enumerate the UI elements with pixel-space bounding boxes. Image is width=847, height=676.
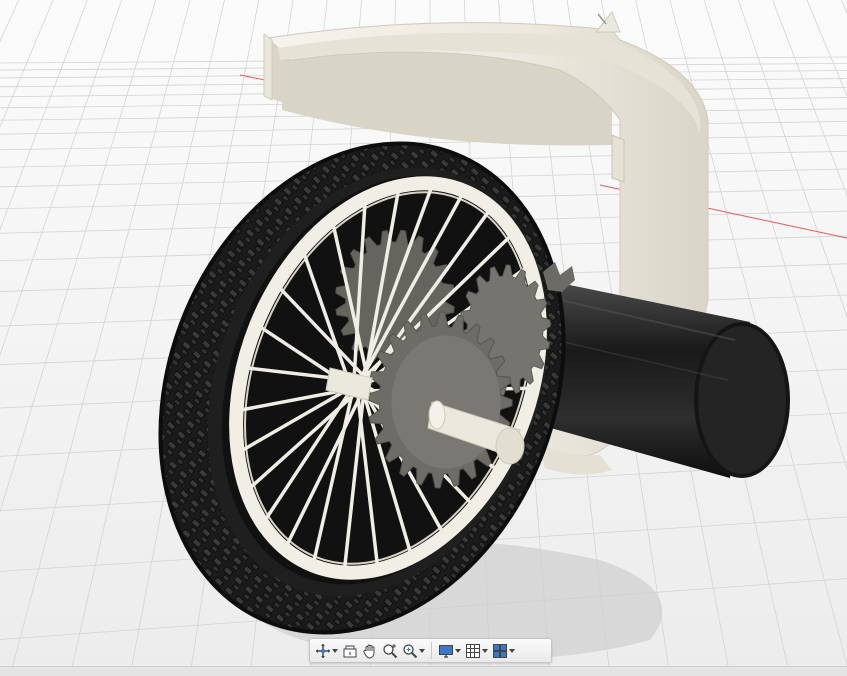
chevron-down-icon: [455, 648, 461, 653]
status-bar: [0, 666, 847, 676]
zoom-icon: [383, 643, 398, 658]
fit-button[interactable]: [400, 640, 427, 661]
chevron-down-icon: [482, 648, 488, 653]
gear-large[interactable]: [367, 311, 513, 489]
orbit-icon: [316, 643, 330, 658]
display-settings-button[interactable]: [436, 640, 463, 661]
toolbar-divider: [431, 642, 432, 659]
viewports-button[interactable]: [490, 640, 517, 661]
chevron-down-icon: [419, 648, 425, 653]
navigation-toolbar: [309, 638, 552, 663]
zoom-window-icon: [403, 643, 418, 658]
look-at-icon: [343, 645, 357, 657]
viewports-icon: [493, 643, 507, 658]
chevron-down-icon: [332, 648, 338, 653]
pan-hand-icon: [363, 644, 375, 659]
chevron-down-icon: [509, 648, 515, 653]
grid-snaps-icon: [466, 643, 480, 658]
orbit-button[interactable]: [313, 640, 340, 661]
grid-snaps-button[interactable]: [463, 640, 490, 661]
pan-button[interactable]: [360, 640, 380, 661]
zoom-button[interactable]: [380, 640, 400, 661]
3d-viewport[interactable]: [0, 0, 847, 676]
model-scene[interactable]: [0, 0, 847, 676]
display-settings-icon: [439, 644, 453, 658]
look-at-button[interactable]: [340, 640, 360, 661]
